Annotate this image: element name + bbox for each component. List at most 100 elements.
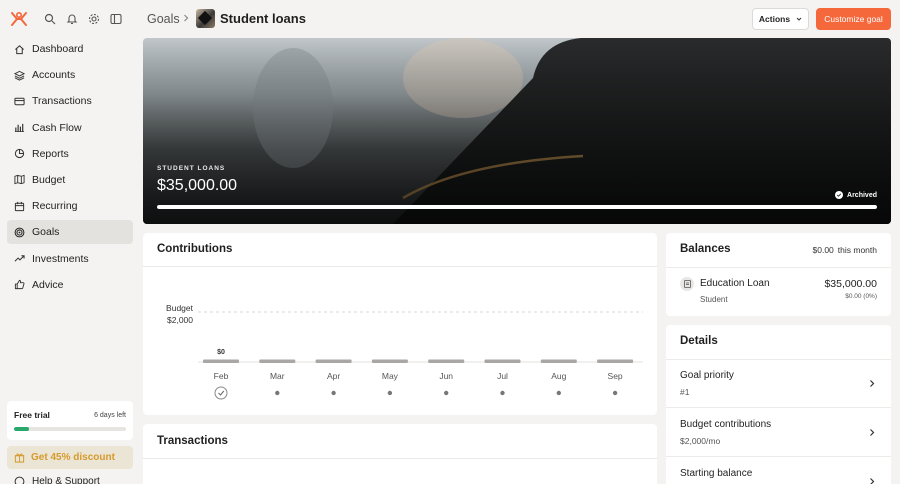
document-icon xyxy=(683,280,691,288)
transactions-card: Transactions xyxy=(143,424,657,484)
sidebar-item-investments[interactable]: Investments xyxy=(7,247,133,271)
goal-amount: $35,000.00 xyxy=(157,177,238,194)
sidebar-item-label: Budget xyxy=(32,173,66,186)
sidebar-item-label: Recurring xyxy=(32,200,78,213)
breadcrumb-goals[interactable]: Goals xyxy=(147,12,180,26)
archived-label: Archived xyxy=(847,191,877,199)
detail-label: Starting balance xyxy=(680,468,753,479)
month-status-check-icon xyxy=(214,386,228,400)
credit-card-icon xyxy=(14,97,25,106)
trial-title: Free trial xyxy=(14,410,50,420)
sidebar-item-accounts[interactable]: Accounts xyxy=(7,63,133,87)
sidebar-item-label: Reports xyxy=(32,147,69,160)
customize-goal-button[interactable]: Customize goal xyxy=(816,8,891,30)
contribution-bar-sep[interactable] xyxy=(597,359,634,364)
sidebar-item-recurring[interactable]: Recurring xyxy=(7,194,133,218)
goal-type-label: STUDENT LOANS xyxy=(157,165,226,172)
thumbs-up-icon xyxy=(14,280,25,290)
home-icon xyxy=(15,44,24,54)
detail-value: $2,000/mo xyxy=(680,436,721,446)
sidebar-item-budget[interactable]: Budget xyxy=(7,168,133,192)
sidebar-item-dashboard[interactable]: Dashboard xyxy=(7,37,133,61)
goal-hero-banner: STUDENT LOANS $35,000.00 Archived xyxy=(143,38,891,224)
sidebar-item-label: Dashboard xyxy=(32,43,84,55)
detail-value: #1 xyxy=(680,387,690,397)
sidebar-item-reports[interactable]: Reports xyxy=(7,142,133,166)
month-status-dot xyxy=(500,390,505,396)
details-card: Details Goal priority #1 Budget contribu… xyxy=(666,325,891,484)
month-tick-label: Jun xyxy=(439,371,453,381)
month-status-dot xyxy=(556,390,561,396)
help-icon xyxy=(14,476,25,484)
sidebar-nav: Dashboard Accounts Transactions Cash Flo… xyxy=(7,37,133,299)
chevron-down-icon xyxy=(796,17,802,21)
gift-icon xyxy=(14,453,25,463)
contributions-chart: Budget $2,000 $0 Feb Mar Apr May Jun Jul Aug Sep xyxy=(166,303,643,400)
goal-thumbnail xyxy=(196,9,215,28)
archived-badge: Archived xyxy=(835,191,877,199)
balances-title: Balances xyxy=(680,243,731,255)
discount-button[interactable]: Get 45% discount xyxy=(7,446,133,469)
balances-month-summary: $0.00 this month xyxy=(813,245,878,255)
sidebar-toggle-icon[interactable] xyxy=(110,13,122,25)
balances-card: Balances $0.00 this month Education Loan … xyxy=(666,233,891,316)
contributions-card: Contributions Budget $2,000 $0 Feb Mar Apr M… xyxy=(143,233,657,415)
month-tick-label: Mar xyxy=(270,371,285,381)
detail-label: Budget contributions xyxy=(680,419,772,430)
sidebar-item-cash-flow[interactable]: Cash Flow xyxy=(7,116,133,140)
contribution-bar-aug[interactable] xyxy=(540,359,577,364)
details-title: Details xyxy=(680,335,718,347)
contribution-bar-mar[interactable] xyxy=(259,359,296,364)
trial-progress-bar xyxy=(14,427,126,431)
chevron-right-icon xyxy=(184,14,189,22)
sidebar-item-goals[interactable]: Goals xyxy=(7,220,133,245)
bar-data-label: $0 xyxy=(217,349,225,356)
chevron-right-icon xyxy=(870,380,875,387)
detail-label: Goal priority xyxy=(680,370,734,381)
account-change: $0.00 (0%) xyxy=(845,293,877,300)
sidebar-item-label: Investments xyxy=(32,252,89,265)
bar-chart-icon xyxy=(14,123,25,133)
trend-up-icon xyxy=(14,255,25,262)
contribution-bar-jun[interactable] xyxy=(428,359,465,364)
trial-days-left: 6 days left xyxy=(94,411,126,419)
month-label: this month xyxy=(837,245,877,255)
month-status-dot xyxy=(612,390,618,396)
account-balance: $35,000.00 xyxy=(824,278,877,290)
sidebar-item-advice[interactable]: Advice xyxy=(7,273,133,297)
pie-chart-icon xyxy=(14,149,25,159)
account-type: Student xyxy=(700,295,728,304)
contribution-bar-feb[interactable] xyxy=(203,359,239,364)
logo-icon[interactable] xyxy=(10,11,28,27)
gear-icon[interactable] xyxy=(88,13,100,25)
check-circle-icon xyxy=(835,191,844,199)
sidebar-item-transactions[interactable]: Transactions xyxy=(7,89,133,113)
sidebar-item-label: Accounts xyxy=(32,69,76,82)
account-name[interactable]: Education Loan xyxy=(700,278,770,289)
month-tick-label: Jul xyxy=(497,371,508,381)
actions-label: Actions xyxy=(758,14,791,24)
layers-icon xyxy=(14,70,25,81)
contribution-bar-jul[interactable] xyxy=(484,359,521,364)
contributions-title: Contributions xyxy=(157,243,233,255)
help-support-link[interactable]: Help & Support xyxy=(14,476,100,484)
transactions-title: Transactions xyxy=(157,435,228,447)
actions-button[interactable]: Actions xyxy=(752,8,809,30)
search-icon[interactable] xyxy=(44,13,56,25)
free-trial-card[interactable]: Free trial 6 days left xyxy=(7,401,133,440)
calendar-icon xyxy=(14,201,25,211)
sidebar-item-label: Cash Flow xyxy=(32,121,82,134)
month-status-dot xyxy=(387,390,393,396)
page-title: Student loans xyxy=(220,11,306,26)
budget-line-label: Budget xyxy=(166,303,194,313)
contribution-bar-apr[interactable] xyxy=(315,359,352,364)
help-label: Help & Support xyxy=(32,476,100,484)
sidebar-item-label: Transactions xyxy=(32,95,92,108)
bell-icon[interactable] xyxy=(66,13,78,25)
account-icon xyxy=(680,277,694,291)
month-tick-label: Apr xyxy=(327,371,340,381)
trial-progress-fill xyxy=(14,427,29,431)
contribution-bar-may[interactable] xyxy=(371,359,408,364)
month-amount: $0.00 xyxy=(812,245,834,255)
goal-progress-bar xyxy=(157,205,877,209)
